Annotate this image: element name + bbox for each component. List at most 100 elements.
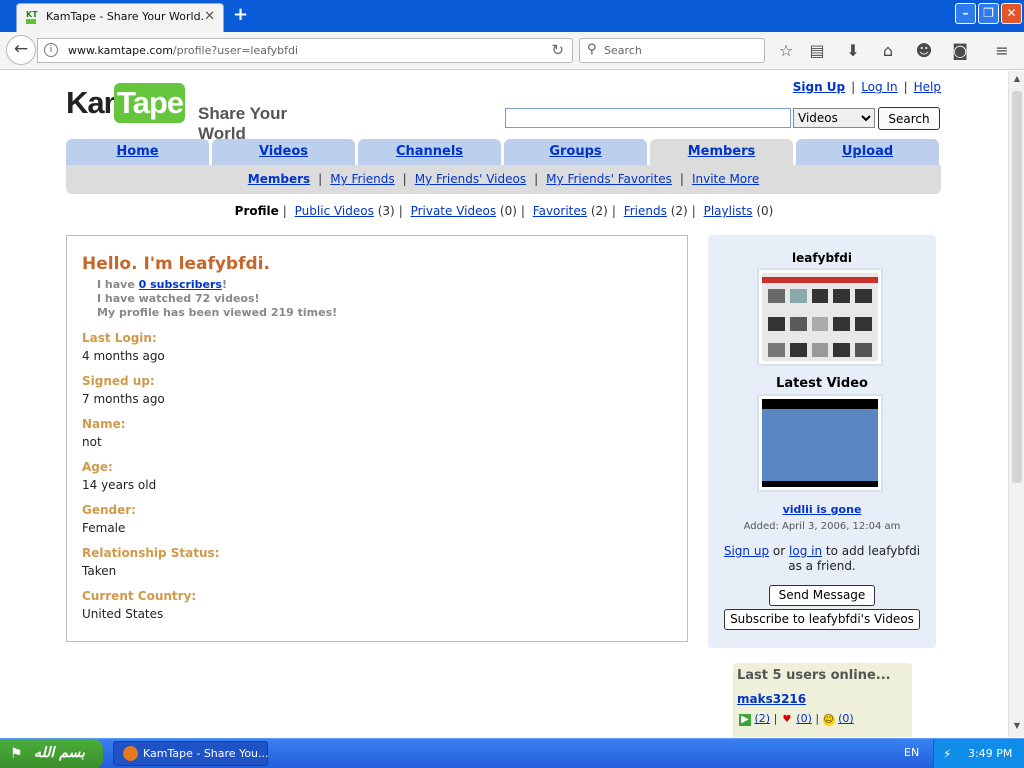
video-added-date: Added: April 3, 2006, 12:04 am bbox=[743, 521, 901, 532]
start-button[interactable]: ⚑ بسم الله bbox=[0, 739, 103, 768]
taskbar-firefox-item[interactable]: KamTape - Share You... bbox=[113, 741, 269, 766]
browser-titlebar: KT KamTape - Share Your World. ✕ + – ❐ ✕ bbox=[0, 0, 1024, 32]
browser-navbar: ← i www.kamtape.com/profile?user=leafybf… bbox=[0, 32, 1024, 70]
sidebar-sign-up-link[interactable]: Sign up bbox=[724, 544, 769, 558]
main-nav-tabs: Home Videos Channels Groups Members Uplo… bbox=[66, 139, 941, 165]
online-users-heading: Last 5 users online... bbox=[737, 668, 891, 683]
back-button[interactable]: ← bbox=[6, 35, 36, 65]
scroll-up-icon[interactable]: ▲ bbox=[1011, 74, 1023, 88]
last-login-value: 4 months ago bbox=[82, 349, 165, 363]
search-button[interactable]: Search bbox=[878, 107, 940, 130]
country-label: Current Country: bbox=[82, 589, 197, 603]
subscribe-button[interactable]: Subscribe to leafybfdi's Videos bbox=[724, 609, 920, 630]
profile-sidebar: leafybfdi Latest Video vidlii is gone Ad… bbox=[708, 235, 936, 648]
url-bar[interactable]: i www.kamtape.com/profile?user=leafybfdi… bbox=[37, 38, 573, 63]
gender-label: Gender: bbox=[82, 503, 136, 517]
relationship-label: Relationship Status: bbox=[82, 546, 220, 560]
profile-picture[interactable] bbox=[757, 268, 883, 366]
system-tray: ⚡ 3:49 PM bbox=[933, 739, 1024, 768]
online-user-friends[interactable]: (0) bbox=[838, 712, 854, 725]
page-scrollbar[interactable]: ▲ ▼ bbox=[1008, 71, 1024, 737]
browser-search-input[interactable]: ⚲ Search bbox=[579, 38, 765, 63]
subnav-my-friends[interactable]: My Friends bbox=[330, 172, 394, 186]
profile-nav-playlists[interactable]: Playlists bbox=[704, 204, 753, 218]
info-icon[interactable]: i bbox=[44, 43, 58, 57]
menu-icon[interactable]: ≡ bbox=[992, 41, 1012, 61]
members-subnav: Members | My Friends | My Friends' Videos | My… bbox=[66, 165, 941, 194]
home-icon[interactable]: ⌂ bbox=[878, 41, 898, 61]
clock: 3:49 PM bbox=[968, 747, 1013, 760]
url-text: www.kamtape.com/profile?user=leafybfdi bbox=[68, 44, 299, 57]
online-user-stats: ▶ (2) | ♥ (0) | ☺ (0) bbox=[739, 712, 854, 726]
windows-taskbar: ⚑ بسم الله KamTape - Share You... EN ⚡ 3… bbox=[0, 738, 1024, 768]
download-icon[interactable]: ⬇ bbox=[843, 41, 863, 61]
language-indicator[interactable]: EN bbox=[904, 746, 919, 759]
help-link[interactable]: Help bbox=[914, 80, 941, 94]
profile-nav-private-videos[interactable]: Private Videos bbox=[411, 204, 497, 218]
gender-value: Female bbox=[82, 521, 126, 535]
bookmark-star-icon[interactable]: ☆ bbox=[776, 41, 796, 61]
age-label: Age: bbox=[82, 460, 113, 474]
country-value: United States bbox=[82, 607, 164, 621]
tab-upload[interactable]: Upload bbox=[796, 139, 939, 165]
profile-greeting: Hello. I'm leafybfdi. bbox=[82, 254, 270, 274]
latest-video-thumbnail[interactable] bbox=[757, 394, 883, 492]
online-user-link[interactable]: maks3216 bbox=[737, 692, 806, 706]
kamtape-favicon: KT bbox=[26, 11, 42, 25]
subnav-friends-videos[interactable]: My Friends' Videos bbox=[415, 172, 526, 186]
age-value: 14 years old bbox=[82, 478, 157, 492]
profile-nav-public-videos[interactable]: Public Videos bbox=[295, 204, 374, 218]
watched-line: I have watched 72 videos! bbox=[97, 292, 260, 305]
add-friend-text: Sign up or log in to add leafybfdi as a … bbox=[723, 544, 921, 573]
latest-video-link[interactable]: vidlii is gone bbox=[783, 503, 862, 516]
reading-list-icon[interactable]: ▤ bbox=[807, 41, 827, 61]
sign-up-link[interactable]: Sign Up bbox=[793, 80, 845, 94]
scrollbar-thumb[interactable] bbox=[1012, 91, 1022, 483]
profile-info-box: Hello. I'm leafybfdi. I have 0 subscribe… bbox=[66, 235, 688, 642]
log-in-link[interactable]: Log In bbox=[861, 80, 897, 94]
tab-videos[interactable]: Videos bbox=[212, 139, 355, 165]
smiley-icon: ☺ bbox=[822, 714, 835, 726]
reload-icon[interactable]: ↻ bbox=[551, 41, 564, 59]
name-label: Name: bbox=[82, 417, 126, 431]
send-message-button[interactable]: Send Message bbox=[769, 585, 875, 606]
kamtape-logo[interactable]: Kam Tape Share Your World bbox=[66, 83, 316, 143]
search-type-select[interactable]: Videos bbox=[793, 108, 875, 128]
online-user-favorites[interactable]: (0) bbox=[796, 712, 812, 725]
latest-video-title: vidlii is gone bbox=[708, 503, 936, 516]
sidebar-log-in-link[interactable]: log in bbox=[789, 544, 822, 558]
video-icon: ▶ bbox=[739, 714, 751, 726]
sidebar-username: leafybfdi bbox=[792, 251, 852, 265]
subscribers-link[interactable]: 0 subscribers bbox=[139, 278, 222, 291]
site-search-input[interactable] bbox=[505, 108, 791, 128]
profile-nav-friends[interactable]: Friends bbox=[624, 204, 667, 218]
web-page: Kam Tape Share Your World Sign Up | Log In… bbox=[0, 71, 1008, 737]
online-users-box: Last 5 users online... maks3216 ▶ (2) | … bbox=[733, 663, 912, 737]
minimize-button[interactable]: – bbox=[955, 3, 976, 24]
relationship-value: Taken bbox=[82, 564, 117, 578]
subnav-invite-more[interactable]: Invite More bbox=[692, 172, 759, 186]
firefox-icon bbox=[123, 746, 138, 761]
browser-tab[interactable]: KT KamTape - Share Your World. ✕ bbox=[16, 3, 224, 32]
tab-title: KamTape - Share Your World. bbox=[46, 10, 205, 23]
profile-nav-favorites[interactable]: Favorites bbox=[533, 204, 587, 218]
signed-up-value: 7 months ago bbox=[82, 392, 165, 406]
close-window-button[interactable]: ✕ bbox=[1001, 3, 1022, 24]
new-tab-icon[interactable]: + bbox=[233, 4, 248, 25]
chat-icon[interactable]: ☻ bbox=[914, 41, 934, 61]
name-value: not bbox=[82, 435, 102, 449]
network-icon[interactable]: ⚡ bbox=[943, 747, 957, 761]
scroll-down-icon[interactable]: ▼ bbox=[1011, 721, 1023, 735]
tagline: Share Your World bbox=[198, 104, 288, 143]
tab-close-icon[interactable]: ✕ bbox=[204, 9, 215, 24]
maximize-button[interactable]: ❐ bbox=[978, 3, 999, 24]
tab-groups[interactable]: Groups bbox=[504, 139, 647, 165]
subnav-members[interactable]: Members bbox=[248, 172, 310, 186]
pocket-icon[interactable]: ◙ bbox=[950, 41, 970, 61]
tab-members[interactable]: Members bbox=[650, 139, 793, 165]
tab-channels[interactable]: Channels bbox=[358, 139, 501, 165]
online-user-videos[interactable]: (2) bbox=[755, 712, 771, 725]
profile-nav-current: Profile bbox=[234, 204, 279, 218]
tab-home[interactable]: Home bbox=[66, 139, 209, 165]
subnav-friends-favorites[interactable]: My Friends' Favorites bbox=[546, 172, 672, 186]
